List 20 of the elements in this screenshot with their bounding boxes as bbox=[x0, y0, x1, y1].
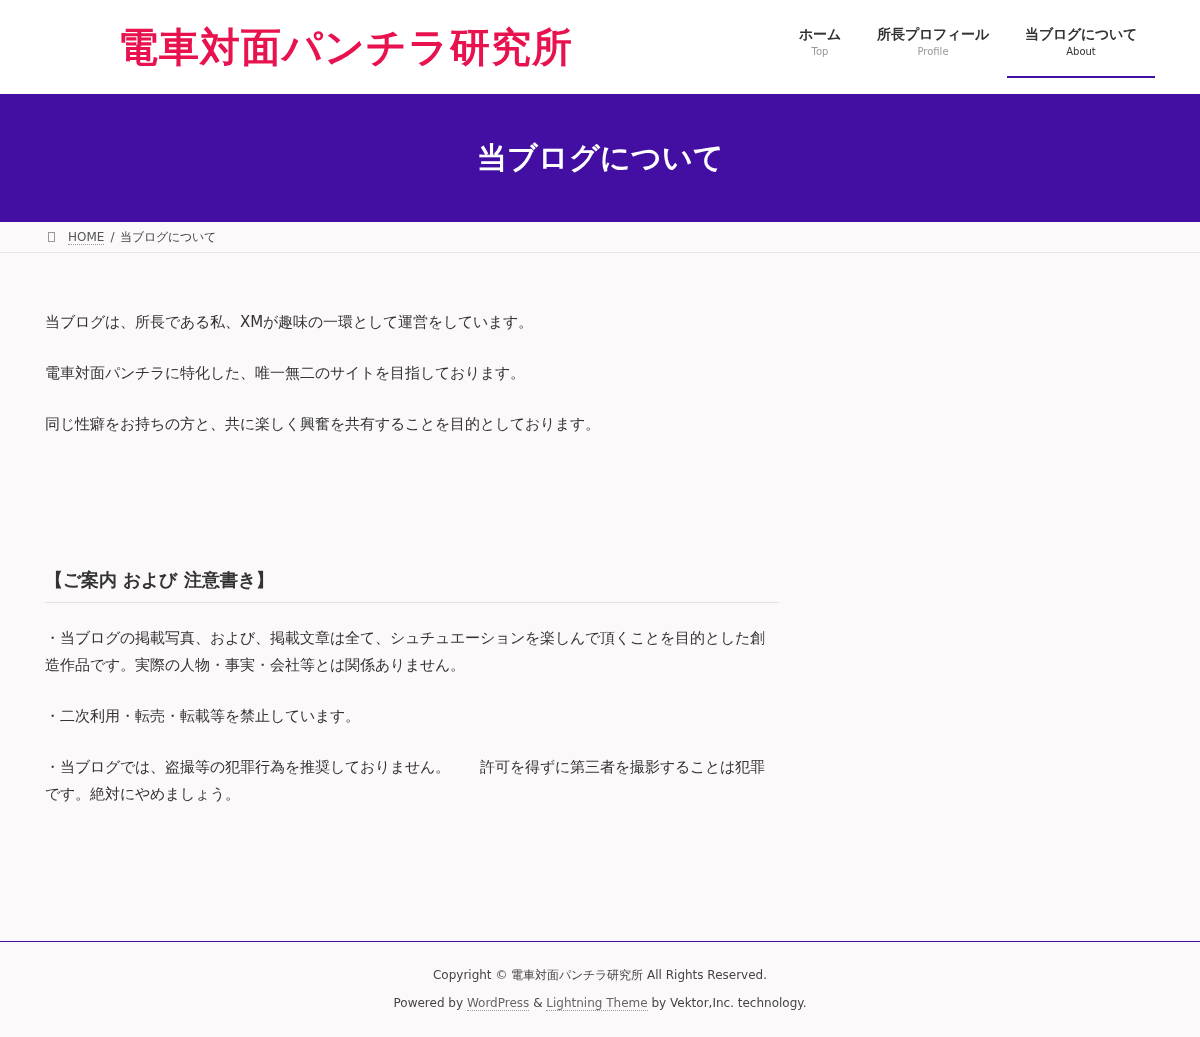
paragraph: 電車対面パンチラに特化した、唯一無二のサイトを目指しております。 bbox=[45, 363, 526, 384]
breadcrumb-separator: / bbox=[110, 230, 115, 244]
footer-link[interactable]: Lightning Theme bbox=[546, 996, 648, 1011]
site-logo[interactable]: 電車対面パンチラ研究所 bbox=[118, 19, 573, 75]
missing-glyph-icon bbox=[48, 232, 55, 242]
breadcrumb-link[interactable]: HOME bbox=[68, 229, 105, 245]
footer-link[interactable]: WordPress bbox=[466, 996, 530, 1011]
paragraph: ・二次利用・転売・転載等を禁止しています。 bbox=[45, 706, 361, 727]
page-title: 当ブログについて bbox=[476, 138, 724, 177]
nav-item[interactable]: ホーム Top bbox=[781, 0, 859, 78]
nav-item[interactable]: 当ブログについて About bbox=[1007, 0, 1155, 78]
copyright-text: Copyright © 電車対面パンチラ研究所 All Rights Reserved. bbox=[432, 967, 768, 984]
paragraph: ・当ブログでは、盗撮等の犯罪行為を推奨しておりません。 許可を得ずに第三者を撮影することは犯罪です。絶対にやめましょう。 bbox=[45, 757, 766, 805]
nav-item[interactable]: 所長プロフィール Profile bbox=[859, 0, 1007, 78]
paragraph: ・当ブログの掲載写真、および、掲載文章は全て、シュチュエーションを楽しんで頂くことを目的とした創造作品です。実際の人物・事実・会社等とは関係ありません。 bbox=[45, 628, 766, 676]
paragraph: 同じ性癖をお持ちの方と、共に楽しく興奮を共有することを目的としております。 bbox=[45, 414, 601, 435]
paragraph: 当ブログは、所長である私、XMが趣味の一環として運営をしています。 bbox=[45, 312, 535, 333]
powered-by-text: Powered by WordPress & Lightning Theme by Vektor,Inc. technology. bbox=[393, 995, 807, 1012]
section-heading: 【ご案内 および 注意書き】 bbox=[45, 568, 779, 603]
breadcrumb-current: 当ブログについて bbox=[120, 228, 217, 246]
